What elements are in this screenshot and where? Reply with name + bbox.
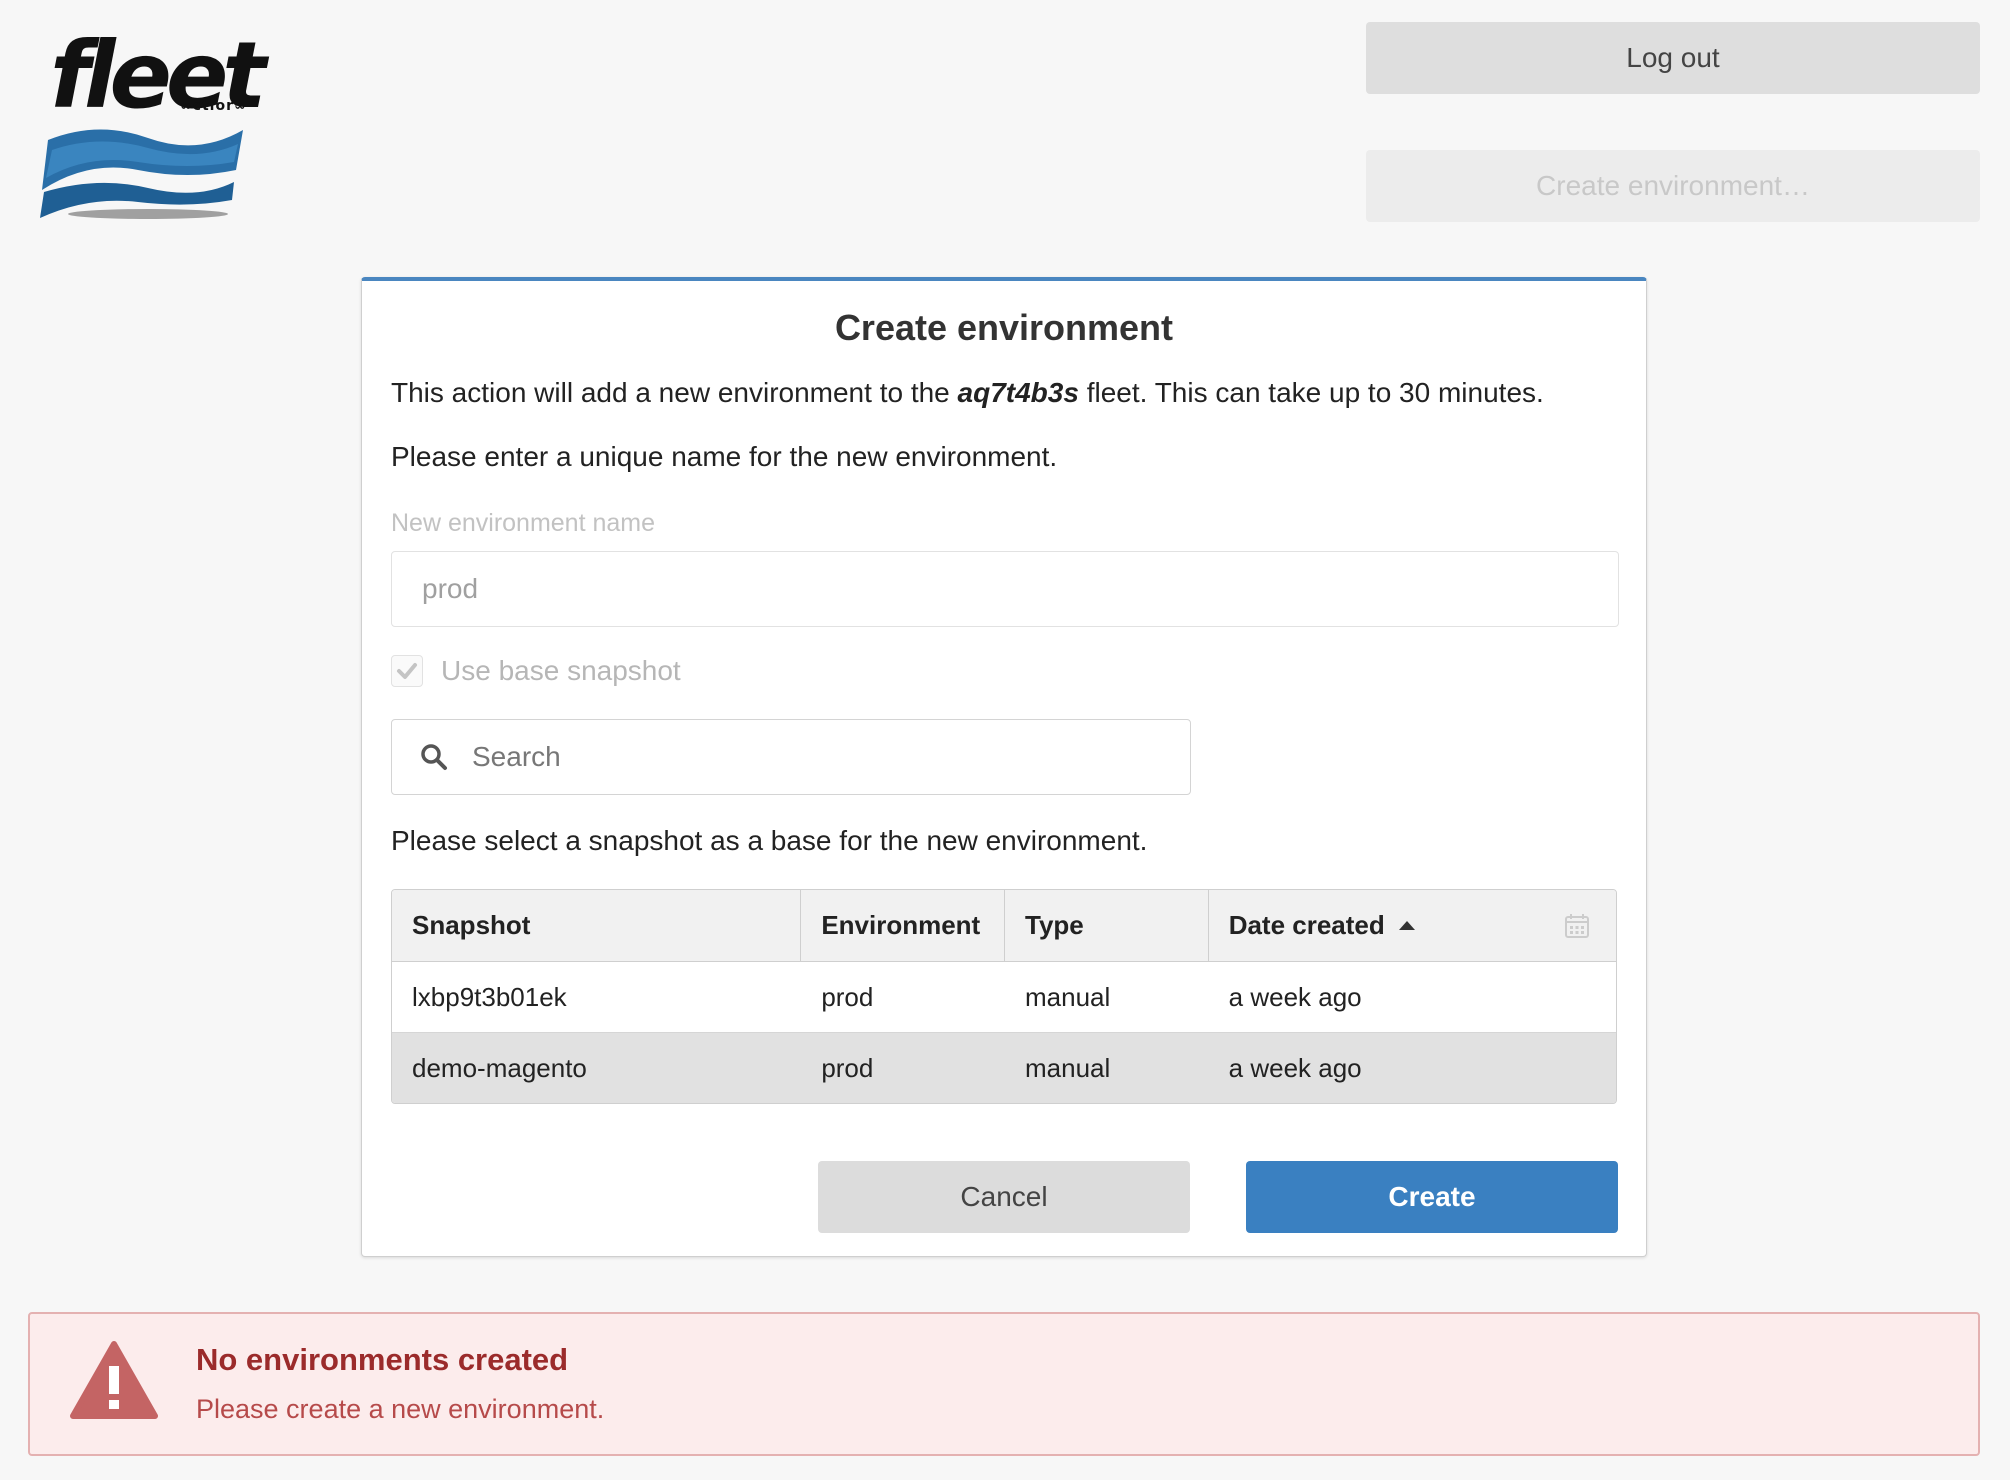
header-label: Date created	[1228, 910, 1385, 940]
cell-snapshot: lxbp9t3b01ek	[412, 981, 567, 1012]
fleet-name: aq7t4b3s	[957, 377, 1079, 408]
search-icon	[420, 742, 450, 772]
base-snapshot-label: Use base snapshot	[441, 655, 681, 686]
base-snapshot-checkbox[interactable]	[391, 655, 423, 687]
create-environment-modal: Create environment This action will add …	[361, 277, 1647, 1257]
header-date-created[interactable]: Date created	[1209, 890, 1616, 961]
calendar-icon[interactable]	[1564, 913, 1590, 939]
snapshot-search-box[interactable]	[391, 719, 1191, 795]
fleet-logo: fleet ∞ctior∞	[38, 30, 266, 219]
cell-environment: prod	[821, 981, 874, 1012]
checkmark-icon	[397, 663, 417, 679]
create-environment-button[interactable]: Create environment…	[1366, 150, 1980, 222]
intro-prefix: This action will add a new environment t…	[391, 377, 958, 408]
create-button[interactable]: Create	[1246, 1161, 1618, 1233]
cancel-button[interactable]: Cancel	[818, 1161, 1190, 1233]
header-label: Type	[1025, 910, 1084, 940]
alert-message: Please create a new environment.	[196, 1394, 605, 1424]
cell-date-created: a week ago	[1228, 1052, 1362, 1083]
modal-intro-text: This action will add a new environment t…	[391, 377, 1544, 409]
name-field-label: New environment name	[391, 509, 656, 537]
base-snapshot-checkbox-row[interactable]: Use base snapshot	[391, 655, 681, 687]
logout-button[interactable]: Log out	[1366, 22, 1980, 94]
name-prompt: Please enter a unique name for the new e…	[391, 441, 1058, 472]
header-type[interactable]: Type	[1005, 890, 1209, 961]
table-row[interactable]: lxbp9t3b01ek prod manual a week ago	[392, 962, 1616, 1033]
warning-icon	[70, 1341, 158, 1419]
modal-title: Create environment	[834, 307, 1174, 348]
table-row[interactable]: demo-magento prod manual a week ago	[392, 1033, 1616, 1103]
table-header-row: Snapshot Environment Type Date created	[392, 890, 1616, 962]
environment-name-input[interactable]	[391, 551, 1619, 627]
header-label: Environment	[821, 910, 981, 940]
cell-date-created: a week ago	[1228, 981, 1362, 1012]
no-environments-alert: No environments created Please create a …	[28, 1312, 1980, 1456]
intro-suffix: fleet. This can take up to 30 minutes.	[1078, 377, 1544, 408]
cell-type: manual	[1024, 981, 1111, 1012]
cell-snapshot: demo-magento	[412, 1052, 587, 1083]
sort-ascending-icon	[1398, 921, 1415, 930]
snapshot-prompt: Please select a snapshot as a base for t…	[391, 825, 1148, 856]
alert-title: No environments created	[196, 1342, 569, 1377]
logo-subtext: ∞ctior∞	[180, 98, 247, 114]
cell-type: manual	[1024, 1052, 1111, 1083]
header-environment[interactable]: Environment	[801, 890, 1005, 961]
header-label: Snapshot	[412, 910, 531, 940]
header-snapshot[interactable]: Snapshot	[392, 890, 802, 961]
cell-environment: prod	[821, 1052, 874, 1083]
snapshot-table: Snapshot Environment Type Date created l…	[391, 889, 1617, 1104]
snapshot-search-input[interactable]	[472, 741, 1152, 773]
